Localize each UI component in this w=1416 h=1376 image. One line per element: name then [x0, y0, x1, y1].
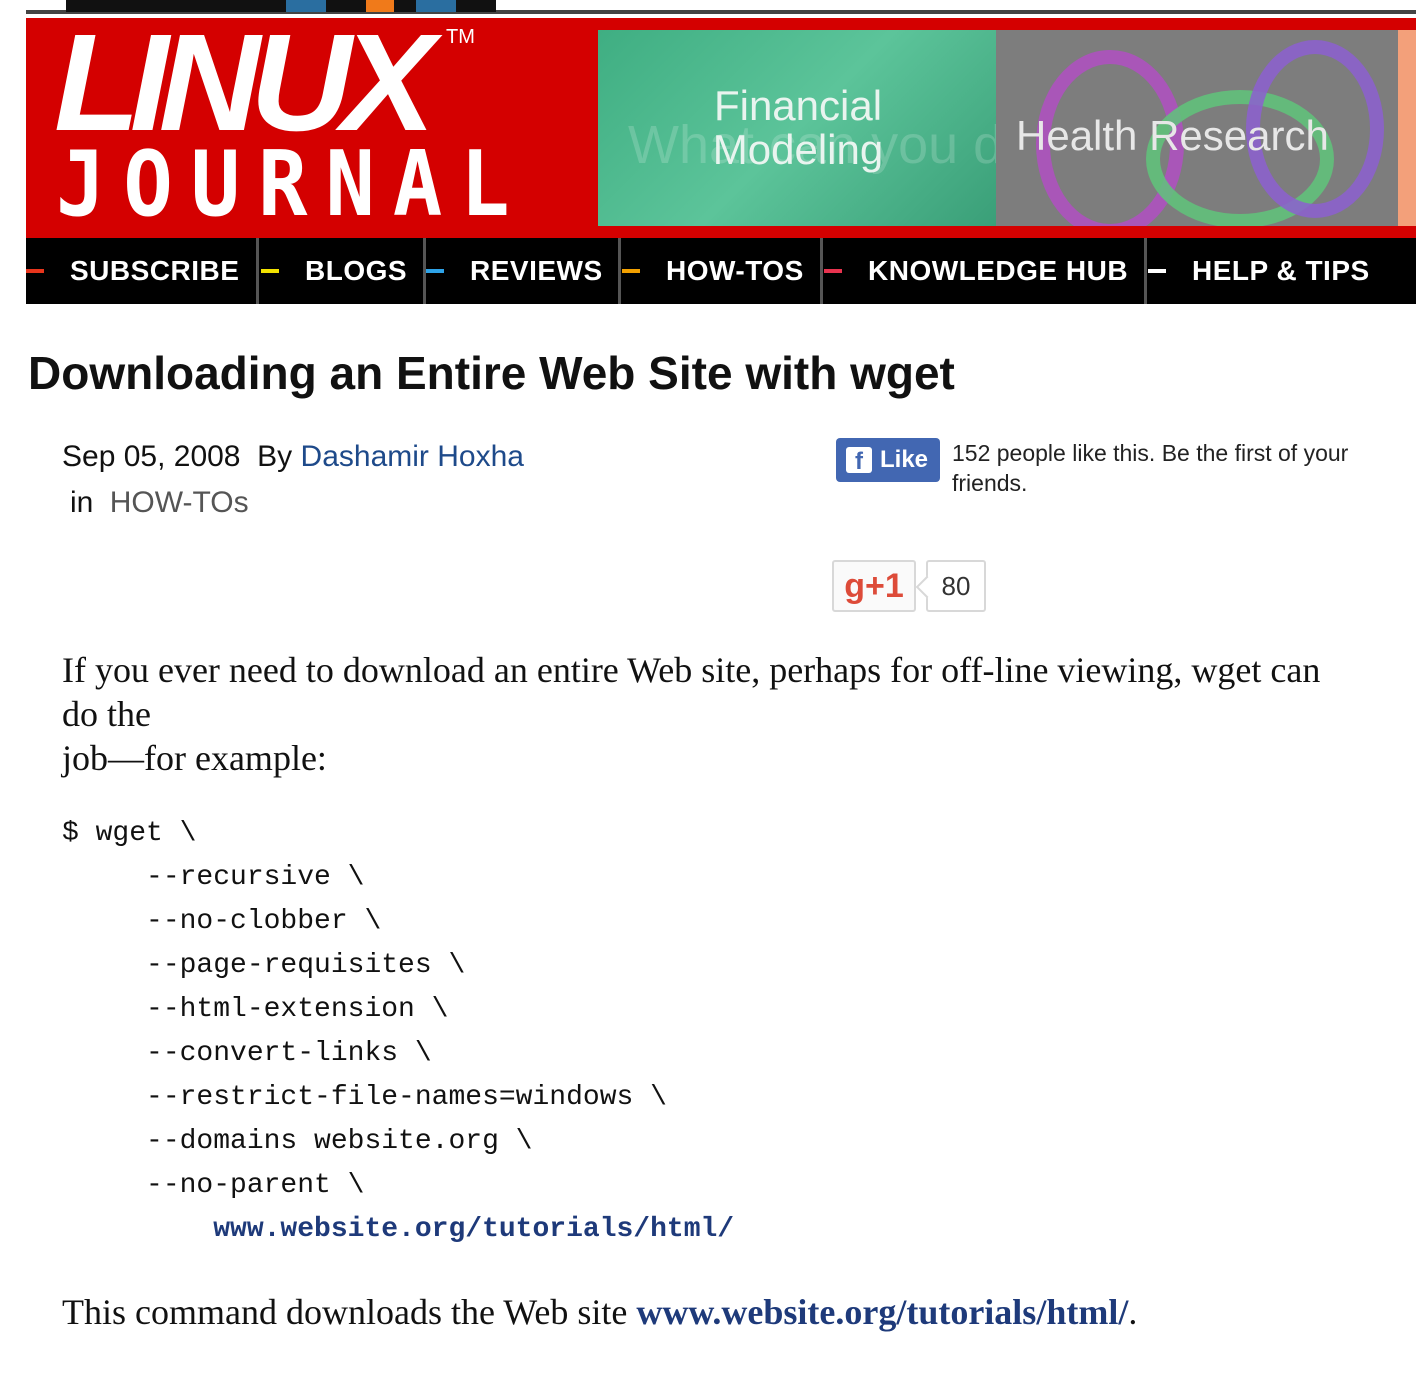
logo-linux[interactable]: LINUX [54, 14, 435, 152]
banner-title-financial: Financial Modeling [712, 82, 884, 173]
nav-marker [622, 269, 640, 273]
byline-category: in HOW-TOs [70, 486, 249, 520]
nav-marker [824, 269, 842, 273]
nav-separator [820, 238, 823, 304]
facebook-like-button[interactable]: f Like [836, 438, 940, 482]
article-date: Sep 05, 2008 [62, 440, 241, 473]
author-link[interactable]: Dashamir Hoxha [301, 440, 524, 473]
article-intro: If you ever need to download an entire W… [62, 648, 1362, 780]
byline: Sep 05, 2008 By Dashamir Hoxha [62, 440, 524, 474]
site-header: LINUX TM JOURNAL What can you do with Sc… [26, 14, 1416, 238]
page-title: Downloading an Entire Web Site with wget [28, 347, 955, 399]
facebook-icon: f [846, 447, 872, 475]
intro-text-cont: job—for example: [62, 738, 327, 778]
code-line: --recursive \ [62, 862, 365, 893]
nav-separator [618, 238, 621, 304]
article-outro: This command downloads the Web site www.… [62, 1290, 1137, 1334]
nav-marker [26, 269, 44, 273]
google-plus-count: 80 [926, 560, 986, 612]
nav-label: HOW-TOS [666, 255, 804, 286]
nav-item-subscribe[interactable]: SUBSCRIBE [26, 238, 239, 304]
nav-label: BLOGS [305, 255, 408, 286]
banner-next-slide[interactable] [1398, 30, 1416, 226]
category-link[interactable]: HOW-TOs [110, 486, 249, 519]
banner-financial-modeling[interactable]: What can you do with Scientific Fo Finan… [598, 30, 996, 226]
nav-label: SUBSCRIBE [70, 255, 240, 286]
nav-item-help-tips[interactable]: HELP & TIPS [1148, 238, 1370, 304]
nav-label: HELP & TIPS [1192, 255, 1370, 286]
nav-marker [261, 269, 279, 273]
main-nav: SUBSCRIBE BLOGS REVIEWS HOW-TOS KNOWLEDG… [26, 238, 1416, 304]
nav-item-reviews[interactable]: REVIEWS [426, 238, 603, 304]
code-line: $ wget \ [62, 818, 197, 849]
outro-link[interactable]: www.website.org/tutorials/html/ [636, 1292, 1128, 1332]
nav-marker [1148, 269, 1166, 273]
code-line: --html-extension \ [62, 994, 449, 1025]
code-url: www.website.org/tutorials/html/ [62, 1214, 735, 1245]
logo-journal[interactable]: JOURNAL [56, 139, 528, 230]
code-line: --no-parent \ [62, 1170, 365, 1201]
code-line: --page-requisites \ [62, 950, 466, 981]
code-line: --domains website.org \ [62, 1126, 533, 1157]
intro-text: If you ever need to download an entire W… [62, 650, 1321, 734]
facebook-like-label: Like [880, 446, 929, 473]
nav-separator [256, 238, 259, 304]
byline-by: By [257, 440, 293, 473]
google-plus-button[interactable]: g+1 [832, 560, 916, 612]
nav-label: REVIEWS [470, 255, 603, 286]
code-line: --no-clobber \ [62, 906, 382, 937]
banner-health-research[interactable]: Health Research [996, 30, 1398, 226]
nav-item-knowledge-hub[interactable]: KNOWLEDGE HUB [824, 238, 1128, 304]
code-line: --restrict-file-names=windows \ [62, 1082, 667, 1113]
logo-trademark: TM [446, 26, 475, 48]
nav-label: KNOWLEDGE HUB [868, 255, 1129, 286]
code-line: --convert-links \ [62, 1038, 432, 1069]
byline-in: in [70, 486, 94, 519]
nav-item-blogs[interactable]: BLOGS [261, 238, 407, 304]
code-block: $ wget \ --recursive \ --no-clobber \ --… [62, 812, 734, 1252]
facebook-like-count-text: 152 people like this. Be the first of yo… [952, 440, 1349, 496]
nav-marker [426, 269, 444, 273]
banner-title-health: Health Research [1016, 112, 1329, 159]
outro-suffix: . [1128, 1292, 1138, 1332]
nav-separator [1144, 238, 1147, 304]
outro-prefix: This command downloads the Web site [62, 1292, 637, 1332]
nav-item-how-tos[interactable]: HOW-TOS [622, 238, 804, 304]
